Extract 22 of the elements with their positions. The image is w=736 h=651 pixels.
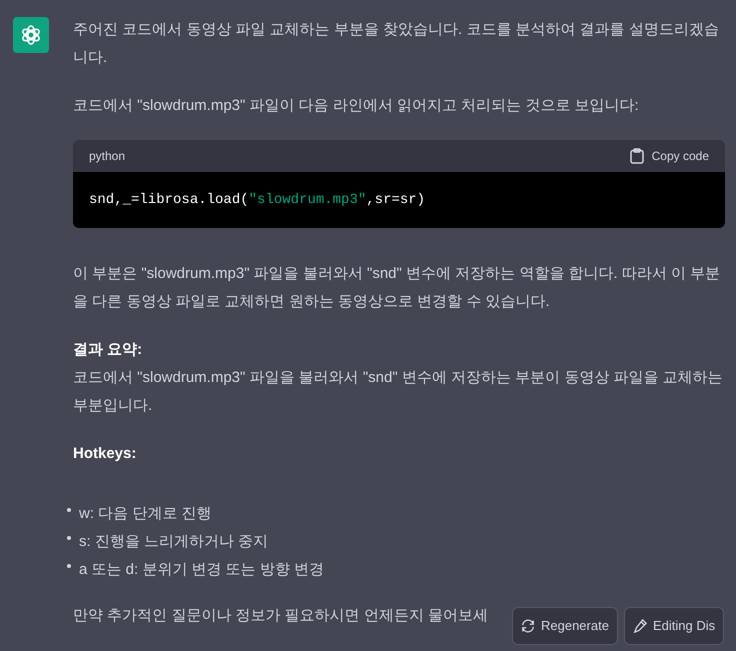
section-title: 결과 요약: [73, 340, 144, 360]
paragraph: 코드에서 "slowdrum.mp3" 파일을 불러와서 "snd" 변수에 저장하는 부분이 동영상 파일을 교체하는 부분입니다. [73, 368, 724, 416]
code-line: snd,_=librosa.load("slowdrum.mp3",sr=sr) [89, 191, 426, 210]
list-item: w: 다음 단계로 진행 [79, 504, 212, 524]
language-label: python [89, 148, 126, 165]
paragraph: 이 부분은 "slowdrum.mp3" 파일을 불러와서 "snd" 변수에 저장하는 역할을 합니다. 따라서 이 부분을 다른 동영상 파일로 교체하면 원하는 동영상으로 변경할 수 있습니다. [73, 264, 722, 312]
paragraph: 주어진 코드에서 동영상 파일 교체하는 부분을 찾았습니다. 코드를 분석하여 결과를 설명드리겠습니다. [73, 20, 720, 68]
editing-button[interactable]: Editing Dis [624, 607, 724, 645]
bullet-icon [67, 508, 71, 512]
list-item: a 또는 d: 분위기 변경 또는 방향 변경 [79, 560, 324, 580]
bullet-icon [67, 564, 71, 568]
bullet-icon [67, 536, 71, 540]
pen-icon [632, 619, 647, 633]
copy-code-button[interactable]: Copy code [630, 142, 709, 170]
paragraph: 코드에서 "slowdrum.mp3" 파일이 다음 라인에서 읽어지고 처리되는 것으로 보입니다: [73, 96, 639, 116]
refresh-icon [521, 619, 535, 633]
regenerate-button[interactable]: Regenerate [512, 607, 618, 645]
section-title: Hotkeys: [73, 444, 136, 464]
logo-icon [19, 23, 43, 47]
paragraph: 만약 추가적인 질문이나 정보가 필요하시면 언제든지 물어보세 [73, 606, 488, 626]
clipboard-icon [630, 148, 644, 164]
list-item: s: 진행을 느리게하거나 중지 [79, 532, 268, 552]
